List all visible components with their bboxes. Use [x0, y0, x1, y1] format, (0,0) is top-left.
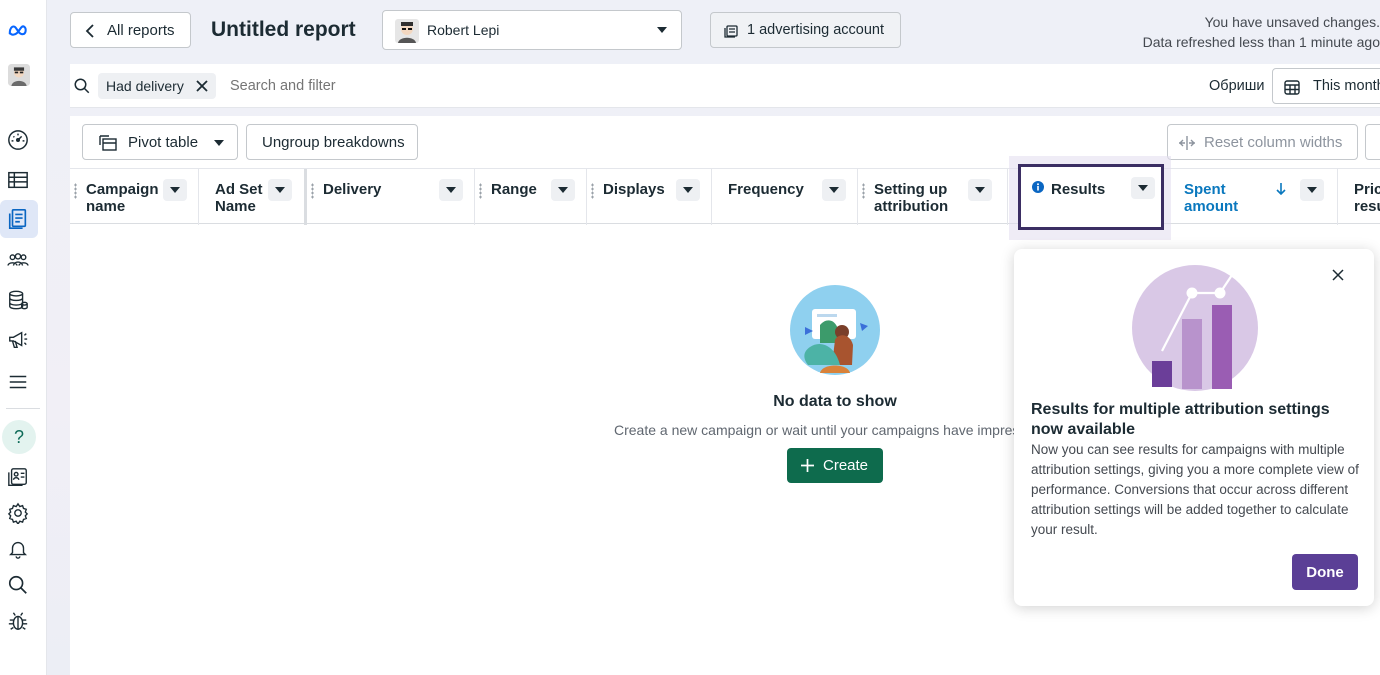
empty-state-illustration: [790, 285, 880, 375]
gear-icon[interactable]: [5, 500, 31, 526]
table-icon[interactable]: [5, 167, 31, 193]
accounts-icon: [724, 25, 738, 38]
bell-icon[interactable]: [5, 536, 31, 562]
close-icon[interactable]: [1332, 269, 1344, 281]
column-menu-button[interactable]: [163, 179, 187, 201]
account-selector[interactable]: Robert Lepi: [382, 10, 682, 50]
column-resize-icon: [1179, 136, 1195, 150]
chevron-down-icon: [558, 187, 568, 193]
sidebar-divider: [6, 408, 40, 409]
column-displays[interactable]: Displays: [587, 169, 712, 225]
attribution-announcement-popup: Results for multiple attribution setting…: [1014, 249, 1374, 606]
drag-handle-icon[interactable]: [74, 183, 77, 199]
chevron-down-icon: [1307, 187, 1317, 193]
bar-chart-illustration: [1132, 265, 1258, 391]
info-icon[interactable]: [1032, 181, 1044, 193]
column-menu-button[interactable]: [968, 179, 992, 201]
megaphone-icon[interactable]: [5, 327, 31, 353]
column-menu-button[interactable]: [1300, 179, 1324, 201]
column-ad-set-name[interactable]: Ad Set Name: [199, 169, 307, 225]
account-avatar: [395, 19, 419, 43]
id-card-icon[interactable]: [5, 464, 31, 490]
column-menu-button[interactable]: [676, 179, 700, 201]
chevron-down-icon: [829, 187, 839, 193]
clear-filters-link[interactable]: Обриши: [1209, 78, 1264, 94]
column-campaign-name[interactable]: Campaign name: [70, 169, 199, 225]
drag-handle-icon[interactable]: [311, 183, 314, 199]
gauge-icon[interactable]: [5, 127, 31, 153]
column-price-per-result[interactable]: Pricresu: [1338, 169, 1380, 225]
chevron-down-icon: [1138, 185, 1148, 191]
ungroup-breakdowns-button[interactable]: Ungroup breakdowns: [246, 124, 418, 160]
reports-icon[interactable]: [5, 206, 31, 232]
column-menu-button[interactable]: [1131, 177, 1155, 199]
pivot-table-button[interactable]: Pivot table: [82, 124, 238, 160]
reset-column-widths-button[interactable]: Reset column widths: [1167, 124, 1358, 160]
chevron-down-icon: [170, 187, 180, 193]
column-frequency[interactable]: Frequency: [712, 169, 858, 225]
close-icon[interactable]: [196, 80, 208, 92]
chevron-down-icon: [975, 187, 985, 193]
page-title: Untitled report: [211, 18, 356, 41]
avatar[interactable]: [6, 62, 32, 88]
filter-chip-had-delivery[interactable]: Had delivery: [98, 73, 216, 99]
search-filter-input[interactable]: [230, 74, 730, 98]
search-icon[interactable]: [5, 572, 31, 598]
pivot-icon: [99, 135, 117, 151]
help-icon[interactable]: ?: [2, 420, 36, 454]
meta-logo-icon[interactable]: [5, 17, 31, 43]
filter-bar: Had delivery Обриши This month: [70, 64, 1380, 108]
column-menu-button[interactable]: [439, 179, 463, 201]
drag-handle-icon[interactable]: [479, 183, 482, 199]
chevron-down-icon: [683, 187, 693, 193]
column-delivery[interactable]: Delivery: [307, 169, 475, 225]
column-menu-button[interactable]: [551, 179, 575, 201]
unsaved-status: You have unsaved changes. Data refreshed…: [1142, 14, 1380, 50]
sort-descending-icon[interactable]: [1276, 183, 1286, 195]
sidebar: ?: [0, 0, 47, 675]
date-range-picker[interactable]: This month: [1272, 68, 1380, 104]
table-header: Campaign name Ad Set Name Delivery Range D…: [70, 168, 1380, 225]
column-spent-amount[interactable]: Spent amount: [1168, 169, 1338, 225]
popup-body: Now you can see results for campaigns wi…: [1031, 442, 1359, 537]
column-menu-button[interactable]: [268, 179, 292, 201]
chevron-down-icon: [446, 187, 456, 193]
all-reports-button[interactable]: All reports: [70, 12, 191, 48]
calendar-icon: [1284, 80, 1300, 95]
export-button[interactable]: [1365, 124, 1380, 160]
bug-icon[interactable]: [5, 608, 31, 634]
done-button[interactable]: Done: [1292, 554, 1358, 590]
ad-accounts-button[interactable]: 1 advertising account: [710, 12, 901, 48]
popup-title: Results for multiple attribution setting…: [1031, 401, 1330, 438]
column-setting-up-attribution[interactable]: Setting up attribution: [858, 169, 1008, 225]
column-range[interactable]: Range: [475, 169, 587, 225]
column-results[interactable]: Results: [1018, 164, 1164, 230]
database-icon[interactable]: [5, 287, 31, 313]
chevron-down-icon: [214, 140, 224, 146]
create-button[interactable]: Create: [787, 448, 883, 483]
chevron-down-icon: [275, 187, 285, 193]
plus-icon: [801, 459, 814, 472]
chevron-left-icon: [85, 24, 94, 38]
people-icon[interactable]: [5, 247, 31, 273]
search-icon: [74, 78, 90, 94]
drag-handle-icon[interactable]: [591, 183, 594, 199]
chevron-down-icon: [657, 27, 667, 33]
column-menu-button[interactable]: [822, 179, 846, 201]
hamburger-icon[interactable]: [5, 369, 31, 395]
drag-handle-icon[interactable]: [862, 183, 865, 199]
